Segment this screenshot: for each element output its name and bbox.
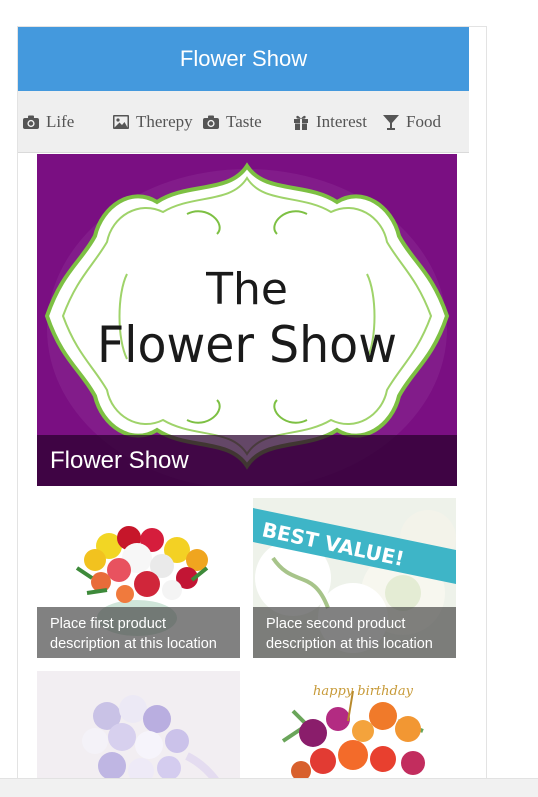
nav-item-label: Life	[46, 112, 75, 131]
nav-item-label: Interest	[316, 112, 367, 131]
gift-icon	[292, 113, 310, 131]
page-title: Flower Show	[179, 46, 308, 71]
nav-item-interest[interactable]: Interest	[292, 91, 367, 153]
nav-item-life[interactable]: Life	[22, 91, 74, 153]
camera-icon	[22, 113, 40, 131]
app-header: Flower Show	[18, 27, 469, 91]
nav-item-food[interactable]: Food	[382, 91, 441, 153]
category-nav: Life Therepy Taste Interest Food	[18, 91, 469, 153]
nav-item-label: Taste	[226, 112, 262, 131]
hero-banner[interactable]: The Flower Show Flower Show	[37, 154, 457, 486]
nav-item-therepy[interactable]: Therepy	[112, 91, 193, 153]
product-card-2[interactable]: BEST VALUE! Place second product descrip…	[253, 498, 456, 658]
product-caption: Place second product description at this…	[253, 607, 456, 658]
picture-icon	[112, 113, 130, 131]
app-frame: Flower Show Life Therepy Taste Interest	[17, 26, 487, 796]
nav-item-taste[interactable]: Taste	[202, 91, 262, 153]
camera-icon	[202, 113, 220, 131]
product-card-1[interactable]: Place first product description at this …	[37, 498, 240, 658]
sign-line1: The	[205, 264, 288, 315]
nav-item-label: Food	[406, 112, 441, 131]
birthday-topper: happy birthday	[313, 684, 414, 699]
hero-caption: Flower Show	[37, 435, 457, 486]
cocktail-glass-icon	[382, 113, 400, 131]
product-caption: Place first product description at this …	[37, 607, 240, 658]
horizontal-scrollbar[interactable]	[0, 778, 538, 797]
nav-item-label: Therepy	[136, 112, 193, 131]
sign-line2: Flower Show	[97, 316, 397, 374]
